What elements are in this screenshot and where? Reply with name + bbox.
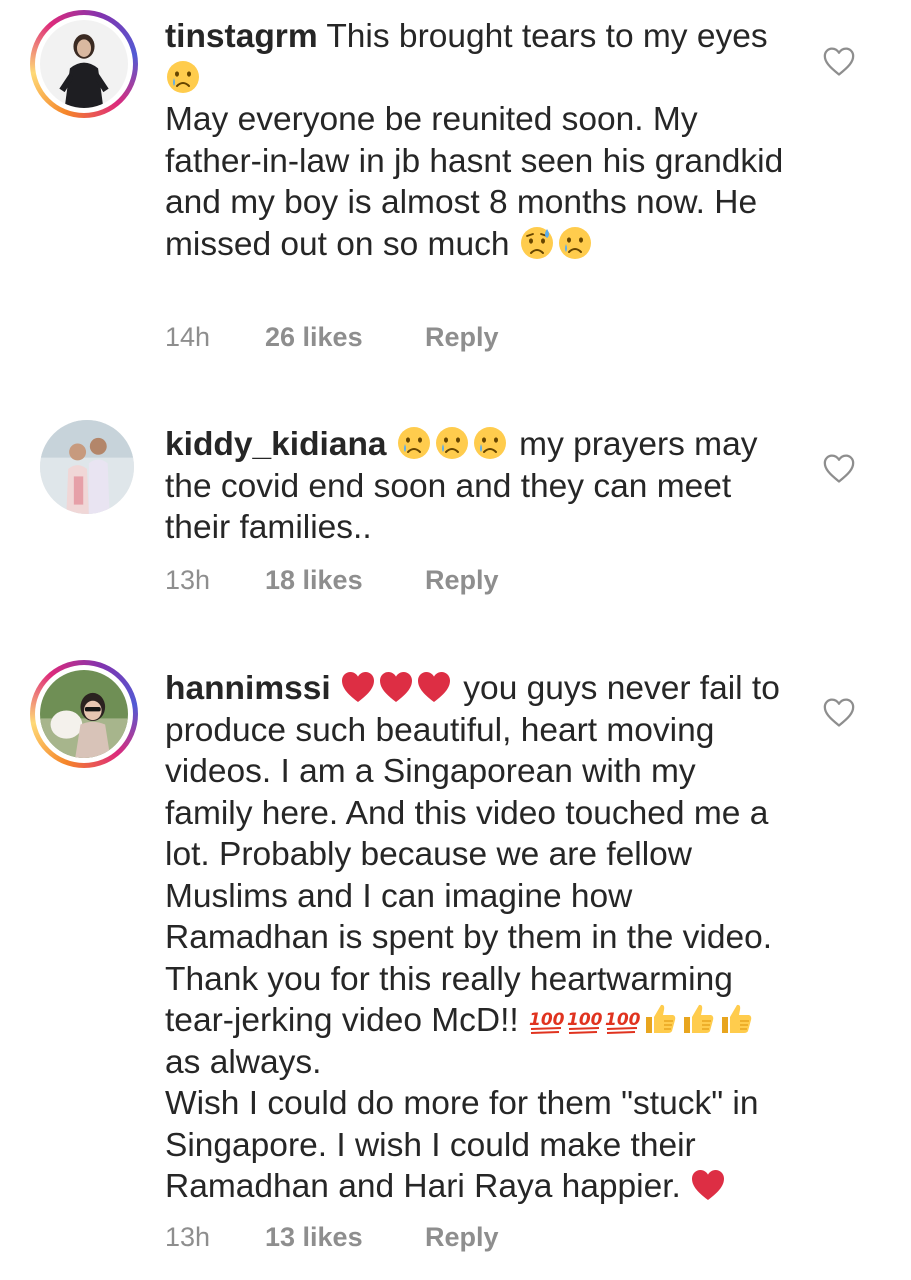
svg-text:100: 100 <box>529 1010 564 1030</box>
thumbs-up-emoji <box>642 1001 678 1037</box>
comment-meta: 13h 13 likes Reply <box>165 1222 499 1253</box>
username[interactable]: hannimssi <box>165 670 331 707</box>
avatar-photo <box>40 670 128 758</box>
likes-count[interactable]: 26 likes <box>265 322 425 353</box>
crying-face-emoji <box>472 425 508 461</box>
heart-outline-icon[interactable] <box>822 452 856 484</box>
red-heart-emoji <box>690 1167 726 1203</box>
thumbs-up-emoji <box>718 1001 754 1037</box>
likes-count[interactable]: 18 likes <box>265 565 425 596</box>
avatar[interactable] <box>30 660 138 768</box>
sad-sweat-face-emoji <box>519 225 555 261</box>
comment-body-text: This brought tears to my eyes <box>317 18 777 55</box>
likes-count[interactable]: 13 likes <box>265 1222 425 1253</box>
hundred-points-emoji: 100 <box>566 1001 602 1037</box>
avatar-photo <box>40 420 134 514</box>
comment-time: 13h <box>165 1222 211 1252</box>
comment-body-text: May everyone be reunited soon. My father… <box>165 101 784 263</box>
red-heart-emoji <box>378 669 414 705</box>
comment-time: 13h <box>165 565 211 595</box>
username[interactable]: kiddy_kidiana <box>165 426 387 463</box>
svg-text:100: 100 <box>567 1010 602 1030</box>
comment-body-text: you guys never fail to produce such beau… <box>165 670 790 1039</box>
comment-text: kiddy_kidiana my prayers may the covid e… <box>165 424 785 549</box>
username[interactable]: tinstagrm <box>165 18 318 55</box>
crying-face-emoji <box>557 225 593 261</box>
reply-button[interactable]: Reply <box>425 322 499 353</box>
heart-outline-icon[interactable] <box>822 696 856 728</box>
reply-button[interactable]: Reply <box>425 1222 499 1253</box>
comment-time: 14h <box>165 322 211 352</box>
hundred-points-emoji: 100 <box>604 1001 640 1037</box>
comment-meta: 13h 18 likes Reply <box>165 565 499 596</box>
avatar[interactable] <box>40 420 134 514</box>
red-heart-emoji <box>340 669 376 705</box>
comment-body-text <box>331 670 340 707</box>
thumbs-up-emoji <box>680 1001 716 1037</box>
svg-text:100: 100 <box>605 1010 640 1030</box>
avatar[interactable] <box>30 10 138 118</box>
comment-meta: 14h 26 likes Reply <box>165 322 499 353</box>
heart-outline-icon[interactable] <box>822 45 856 77</box>
avatar-photo <box>40 20 128 108</box>
crying-face-emoji <box>434 425 470 461</box>
comment-text: tinstagrm This brought tears to my eyes … <box>165 16 785 265</box>
crying-face-emoji <box>165 59 201 95</box>
crying-face-emoji <box>396 425 432 461</box>
reply-button[interactable]: Reply <box>425 565 499 596</box>
red-heart-emoji <box>416 669 452 705</box>
comment-body-text <box>387 426 396 463</box>
comment-text: hannimssi you guys never fail to produce… <box>165 668 785 1208</box>
hundred-points-emoji: 100 <box>528 1001 564 1037</box>
